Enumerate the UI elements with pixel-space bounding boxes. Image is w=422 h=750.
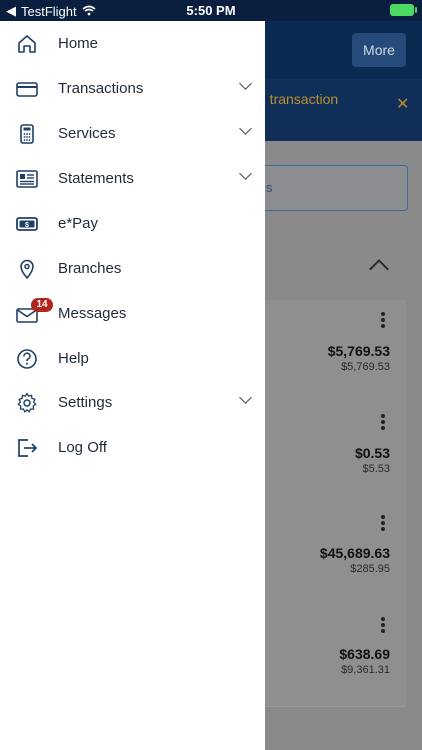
- chevron-down-icon: [239, 122, 252, 135]
- account-card[interactable]: $0.53 $5.53: [265, 402, 406, 503]
- chevron-down-icon: [239, 77, 252, 90]
- menu-item-messages[interactable]: 14 Messages: [0, 292, 265, 336]
- menu-item-home[interactable]: Home: [0, 22, 265, 66]
- menu-label: Statements: [58, 170, 134, 187]
- search-field[interactable]: ls: [250, 165, 408, 211]
- svg-text:$: $: [25, 222, 29, 229]
- account-amount: $638.69: [339, 646, 390, 662]
- help-icon: [16, 348, 38, 370]
- status-bar: ◀ TestFlight 5:50 PM: [0, 0, 422, 21]
- menu-label: Messages: [58, 305, 127, 322]
- more-options-icon[interactable]: [380, 615, 386, 637]
- statement-icon: [16, 168, 38, 190]
- account-amount: $0.53: [354, 445, 390, 461]
- account-secondary-amount: $9,361.31: [341, 664, 390, 676]
- close-icon[interactable]: ✕: [396, 94, 409, 114]
- alert-text: d transaction: [258, 91, 339, 107]
- menu-label: Help: [58, 350, 89, 367]
- navigation-drawer: Home Transactions Services Statements $ …: [0, 21, 265, 750]
- menu-label: Log Off: [58, 439, 107, 456]
- menu-label: Services: [58, 125, 116, 142]
- chevron-down-icon: [239, 391, 252, 404]
- logout-icon: [16, 437, 38, 459]
- home-icon: [16, 33, 38, 55]
- more-options-icon[interactable]: [380, 513, 386, 535]
- battery-icon: [390, 4, 417, 16]
- location-pin-icon: [16, 258, 38, 280]
- account-card[interactable]: $45,689.63 $285.95: [265, 502, 406, 604]
- menu-item-settings[interactable]: Settings: [0, 381, 265, 425]
- unread-count-badge: 14: [31, 298, 53, 312]
- status-time: 5:50 PM: [186, 3, 236, 18]
- menu-item-log-off[interactable]: Log Off: [0, 426, 265, 470]
- menu-label: Branches: [58, 260, 122, 277]
- more-button[interactable]: More: [352, 33, 406, 67]
- account-secondary-amount: $5,769.53: [341, 361, 390, 373]
- card-icon: [16, 78, 38, 100]
- dollar-bill-icon: $: [16, 213, 38, 235]
- account-card[interactable]: $638.69 $9,361.31: [265, 603, 406, 707]
- account-amount: $45,689.63: [319, 545, 390, 561]
- more-options-icon[interactable]: [380, 310, 386, 332]
- menu-item-services[interactable]: Services: [0, 112, 265, 156]
- gear-icon: [16, 392, 38, 414]
- menu-item-branches[interactable]: Branches: [0, 247, 265, 291]
- account-secondary-amount: $5.53: [362, 463, 390, 475]
- account-secondary-amount: $285.95: [350, 563, 390, 575]
- menu-label: Settings: [58, 394, 113, 411]
- menu-item-statements[interactable]: Statements: [0, 157, 265, 201]
- calculator-icon: [16, 123, 38, 145]
- menu-label: Transactions: [58, 80, 144, 97]
- menu-item-help[interactable]: Help: [0, 337, 265, 381]
- menu-label: Home: [58, 35, 99, 52]
- menu-item-epay[interactable]: $ e*Pay: [0, 202, 265, 246]
- account-card[interactable]: $5,769.53 $5,769.53: [265, 300, 406, 403]
- menu-label: e*Pay: [58, 215, 99, 232]
- account-amount: $5,769.53: [327, 343, 390, 359]
- more-options-icon[interactable]: [380, 412, 386, 434]
- chevron-down-icon: [239, 167, 252, 180]
- menu-item-transactions[interactable]: Transactions: [0, 67, 265, 111]
